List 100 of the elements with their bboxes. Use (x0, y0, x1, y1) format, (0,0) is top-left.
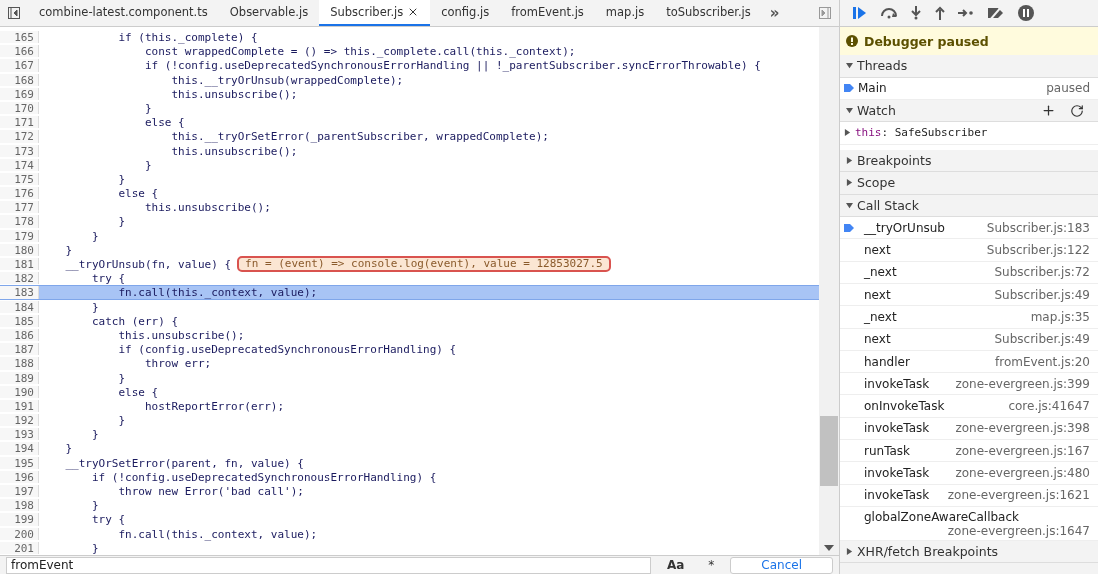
regex-button[interactable]: * (700, 558, 723, 572)
file-tab[interactable]: Observable.js (218, 0, 320, 26)
code-line: this.__tryOrUnsub(wrappedComplete); (170, 73, 404, 86)
code-line: this.unsubscribe(); (143, 201, 271, 214)
code-line: this.unsubscribe(); (117, 328, 245, 342)
file-tab[interactable]: fromEvent.js (500, 0, 595, 26)
line-number: 168 (0, 73, 39, 86)
collapsed-triangle-icon[interactable] (846, 548, 853, 556)
expanded-triangle-icon[interactable] (846, 107, 853, 115)
call-frame[interactable]: _next map.js:35 (840, 306, 1098, 329)
line-number: 198 (0, 499, 39, 512)
code-line: const wrappedComplete = () => this._complete.call(this._context); (143, 45, 576, 58)
file-tab[interactable]: config.js (430, 0, 501, 26)
code-line: this.__tryOrSetError(_parentSubscriber, wrappedComplete); (170, 130, 549, 143)
code-line: } (90, 300, 99, 313)
call-frame[interactable]: invokeTask zone-evergreen.js:398 (840, 417, 1098, 441)
section-header[interactable]: Scope (840, 172, 1098, 195)
line-number: 193 (0, 428, 39, 441)
call-frame[interactable]: onInvokeTask core.js:41647 (840, 395, 1098, 418)
line-number: 180 (0, 243, 39, 256)
line-number: 199 (0, 513, 39, 526)
match-case-button[interactable]: Aa (658, 558, 693, 572)
pause-icon[interactable] (1018, 5, 1034, 21)
call-frame[interactable]: invokeTask zone-evergreen.js:480 (840, 462, 1098, 485)
step-out-icon[interactable] (934, 6, 946, 20)
step-over-icon[interactable] (880, 7, 898, 19)
line-number: 187 (0, 343, 39, 356)
line-number: 171 (0, 116, 39, 129)
search-field[interactable]: fromEvent (6, 556, 651, 574)
file-tab[interactable]: map.js (594, 0, 656, 26)
line-number: 166 (0, 45, 39, 58)
collapsed-triangle-icon[interactable] (846, 156, 853, 164)
code-line: this.unsubscribe(); (170, 144, 298, 157)
add-icon[interactable] (1041, 103, 1056, 119)
section-header[interactable]: Threads (840, 55, 1098, 78)
resume-icon[interactable] (852, 6, 868, 20)
code-line: if (config.useDeprecatedSynchronousErrorHandling) { (117, 343, 457, 356)
call-frame[interactable]: _next Subscriber.js:72 (840, 261, 1098, 284)
line-number: 170 (0, 101, 39, 115)
call-frame[interactable]: runTask zone-evergreen.js:167 (840, 440, 1098, 463)
line-number: 186 (0, 328, 39, 342)
step-icon[interactable] (958, 8, 974, 18)
expanded-triangle-icon[interactable] (846, 62, 853, 70)
expanded-triangle-icon[interactable] (846, 201, 853, 209)
scroll-down-icon[interactable] (824, 545, 834, 551)
call-frame[interactable]: __tryOrUnsub Subscriber.js:183 (840, 217, 1098, 240)
code-line: fn.call(this._context, value); (117, 286, 318, 299)
code-line: catch (err) { (90, 314, 179, 327)
code-line: } (64, 442, 73, 455)
line-number: 176 (0, 187, 39, 200)
line-number: 175 (0, 172, 39, 186)
code-line: } (90, 499, 99, 512)
code-line: __tryOrSetError(parent, fn, value) { (64, 456, 304, 469)
call-frame[interactable]: globalZoneAwareCallback zone-evergreen.js:1647 (840, 506, 1098, 541)
collapsed-triangle-icon[interactable] (846, 179, 853, 187)
refresh-icon[interactable] (1070, 103, 1084, 118)
line-number: 167 (0, 59, 39, 72)
code-line: throw new Error('bad call'); (117, 485, 304, 498)
line-number: 200 (0, 527, 39, 540)
code-line: try { (90, 513, 126, 526)
code-line: hostReportError(err); (143, 399, 285, 413)
section-header[interactable]: Breakpoints (840, 149, 1098, 173)
thread-item[interactable]: Main paused (840, 77, 1098, 100)
step-into-icon[interactable] (910, 6, 922, 20)
line-number: 194 (0, 442, 39, 455)
line-number: 189 (0, 371, 39, 384)
collapsed-triangle-icon[interactable] (844, 129, 851, 137)
cancel-button[interactable]: Cancel (730, 556, 833, 574)
code-line: } (143, 158, 152, 171)
section-header[interactable]: XHR/fetch Breakpoints (840, 540, 1098, 564)
line-number: 197 (0, 485, 39, 498)
code-line: } (90, 541, 99, 554)
file-tab[interactable]: combine-latest.component.ts (28, 0, 219, 26)
line-number: 165 (0, 31, 39, 44)
paused-message: Debugger paused (864, 33, 989, 49)
call-frame[interactable]: handler fromEvent.js:20 (840, 350, 1098, 374)
call-frame[interactable]: invokeTask zone-evergreen.js:399 (840, 373, 1098, 396)
line-number: 196 (0, 470, 39, 483)
scrollbar-thumb[interactable] (820, 416, 838, 486)
deactivate-breakpoints-icon[interactable] (986, 6, 1006, 20)
call-frame[interactable]: invokeTask zone-evergreen.js:1621 (840, 484, 1098, 507)
code-line: } (117, 215, 126, 228)
file-tab[interactable]: toSubscriber.js (655, 0, 762, 26)
line-number: 169 (0, 87, 39, 100)
inline-value-tooltip: fn = (event) => console.log(event), value = 12853027.5 (237, 256, 611, 273)
line-number: 177 (0, 201, 39, 214)
line-number: 173 (0, 144, 39, 157)
more-tabs-button[interactable]: » (761, 0, 788, 26)
line-number: 185 (0, 314, 39, 327)
call-frame[interactable]: next Subscriber.js:49 (840, 284, 1098, 307)
code-line: this.unsubscribe(); (170, 87, 298, 100)
line-number: 181 (0, 258, 39, 271)
code-line: if (!config.useDeprecatedSynchronousErrorHandling || !_parentSubscriber.syncErrorThrowable) { (143, 59, 761, 72)
call-frame[interactable]: next Subscriber.js:49 (840, 328, 1098, 351)
code-line: } (117, 371, 126, 384)
call-frame[interactable]: next Subscriber.js:122 (840, 239, 1098, 262)
code-line: } (64, 243, 73, 256)
code-line: } (143, 101, 152, 115)
code-line: if (!config.useDeprecatedSynchronousErrorHandling) { (90, 470, 437, 483)
file-tab[interactable]: Subscriber.js (319, 0, 431, 26)
